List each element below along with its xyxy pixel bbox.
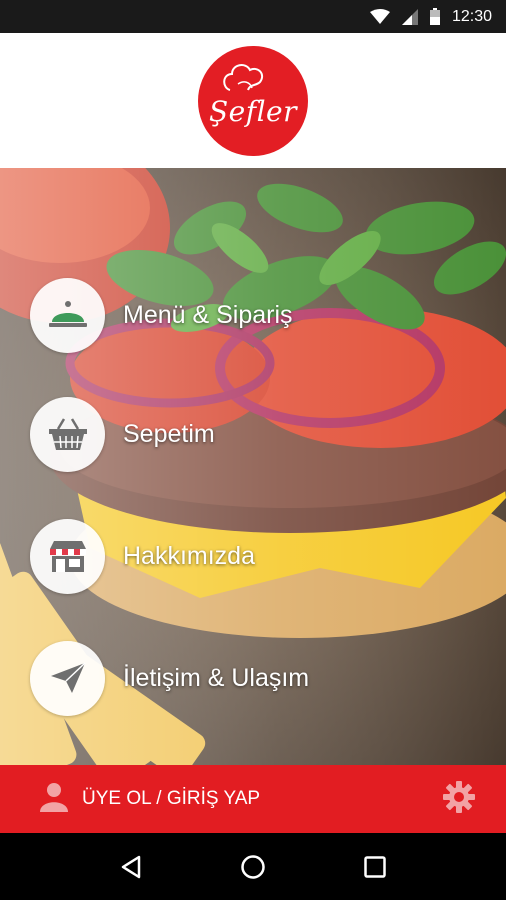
menu-item-order[interactable]: Menü & Sipariş bbox=[30, 277, 293, 353]
app-header: Şefler bbox=[0, 33, 506, 168]
menu-label: Hakkımızda bbox=[123, 541, 255, 570]
paper-plane-icon bbox=[30, 640, 105, 716]
status-time: 12:30 bbox=[451, 7, 492, 25]
wifi-icon bbox=[369, 8, 390, 25]
chef-hat-icon bbox=[223, 63, 264, 91]
menu-item-cart[interactable]: Sepetim bbox=[30, 396, 215, 472]
recents-button[interactable] bbox=[353, 845, 397, 889]
home-icon bbox=[241, 854, 265, 879]
signal-icon bbox=[401, 8, 418, 25]
menu-label: İletişim & Ulaşım bbox=[123, 663, 310, 692]
logo-text: Şefler bbox=[208, 95, 298, 128]
navigation-bar bbox=[0, 833, 506, 900]
brand-logo: Şefler bbox=[198, 45, 308, 156]
gear-icon bbox=[442, 780, 476, 819]
food-cloche-icon bbox=[30, 277, 105, 353]
storefront-icon bbox=[30, 518, 105, 594]
status-bar: 12:30 bbox=[0, 0, 506, 33]
login-register-button[interactable]: ÜYE OL / GİRİŞ YAP bbox=[38, 781, 260, 818]
menu-item-about[interactable]: Hakkımızda bbox=[30, 518, 255, 594]
home-button[interactable] bbox=[231, 845, 275, 889]
menu-item-contact[interactable]: İletişim & Ulaşım bbox=[30, 640, 309, 716]
login-register-label: ÜYE OL / GİRİŞ YAP bbox=[82, 788, 261, 809]
menu-label: Sepetim bbox=[123, 419, 215, 448]
settings-button[interactable] bbox=[442, 780, 476, 819]
back-button[interactable] bbox=[109, 845, 153, 889]
battery-icon bbox=[429, 8, 440, 25]
user-icon bbox=[38, 781, 70, 818]
login-bar: ÜYE OL / GİRİŞ YAP bbox=[0, 765, 506, 833]
menu-label: Menü & Sipariş bbox=[123, 300, 293, 329]
back-icon bbox=[121, 855, 141, 878]
recents-icon bbox=[364, 855, 386, 878]
basket-icon bbox=[30, 396, 105, 472]
